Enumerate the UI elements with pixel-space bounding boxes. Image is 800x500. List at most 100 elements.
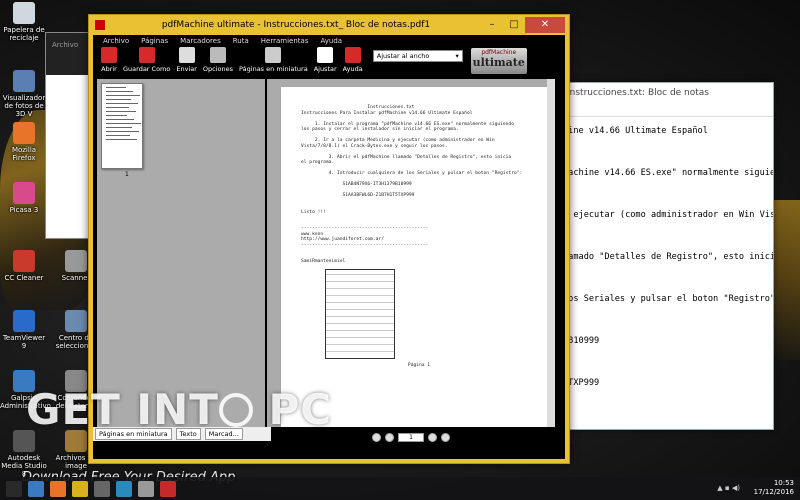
desktop-icon[interactable]: Mozilla Firefox <box>0 122 48 162</box>
thumbnail-line <box>106 103 138 104</box>
menu-item[interactable]: Ruta <box>233 37 249 45</box>
toolbar-icon <box>138 47 155 63</box>
taskbar-app-icon[interactable] <box>50 480 66 497</box>
watermark-text: GET INT PC <box>26 385 333 434</box>
toolbar-icon <box>178 47 195 63</box>
close-button[interactable]: ✕ <box>525 17 565 33</box>
desktop-icon-label: CC Cleaner <box>4 274 44 282</box>
zoom-select[interactable]: Ajustar al ancho ▾ <box>372 50 463 62</box>
app-icon <box>13 250 35 272</box>
thumbnail-line <box>106 127 132 128</box>
taskbar-app-icon[interactable] <box>94 480 110 497</box>
watermark-o-ring <box>218 393 253 427</box>
app-icon <box>13 2 35 24</box>
page-number-input[interactable]: 1 <box>398 432 424 442</box>
toolbar-label: Páginas en miniatura <box>239 65 308 73</box>
taskbar: ▲ ▪ ◀) 10:53 17/12/2016 <box>0 477 800 500</box>
desktop-icon-label: Visualizador de fotos de 3D V <box>2 94 46 118</box>
menu-item[interactable]: Herramientas <box>261 37 309 45</box>
app-icon <box>13 182 35 204</box>
desktop-icon[interactable]: Picasa 3 <box>0 182 48 214</box>
toolbar-button[interactable]: Guardar Como <box>123 47 170 73</box>
toolbar-button[interactable]: Ajustar <box>314 47 337 73</box>
menu-item[interactable]: Marcadores <box>180 37 221 45</box>
window-title: pdfMachine ultimate - Instrucciones.txt_… <box>161 20 431 30</box>
taskbar-app-icon[interactable] <box>160 480 176 497</box>
toolbar-label: Ayuda <box>342 65 363 73</box>
desktop-icon[interactable]: CC Cleaner <box>0 250 48 282</box>
taskbar-app-icon[interactable] <box>6 480 22 497</box>
toolbar-icon <box>317 47 334 63</box>
thumbnail-line <box>106 107 129 108</box>
toolbar-button[interactable]: Páginas en miniatura <box>239 47 308 73</box>
minimize-button[interactable]: – <box>481 18 503 32</box>
toolbar: Abrir Guardar Como Enviar Opciones Páginas e… <box>93 47 565 77</box>
prev-page-button[interactable] <box>385 432 394 442</box>
desktop-icon-label: Papelera de reciclaje <box>3 26 45 42</box>
thumbnails-panel: 1 <box>97 79 265 427</box>
next-page-button[interactable] <box>428 432 437 442</box>
desktop-icon[interactable]: Papelera de reciclaje <box>0 2 48 42</box>
desktop-icon[interactable]: TeamViewer 9 <box>0 310 48 350</box>
vertical-scrollbar[interactable] <box>547 79 555 427</box>
pdf-app-icon <box>95 20 105 30</box>
page-thumbnail[interactable] <box>101 83 143 169</box>
notepad-window[interactable]: Instrucciones.txt: Bloc de notas hine v1… <box>558 82 774 493</box>
thumbnail-line <box>106 87 126 88</box>
maximize-button[interactable]: □ <box>503 18 525 32</box>
toolbar-label: Guardar Como <box>123 65 171 73</box>
title-bar: pdfMachine ultimate - Instrucciones.txt_… <box>89 15 569 35</box>
app-icon <box>13 122 35 144</box>
toolbar-label: Opciones <box>202 65 234 73</box>
thumbnail-line <box>106 95 140 96</box>
last-page-button[interactable] <box>441 432 450 442</box>
toolbar-icon <box>265 47 282 63</box>
toolbar-button[interactable]: Opciones <box>203 47 233 73</box>
thumbnail-line <box>106 119 134 120</box>
notepad-text[interactable]: hine v14.66 Ultimate Español machine v14… <box>559 117 773 499</box>
toolbar-icon <box>209 47 226 63</box>
background-window-title: Archivo <box>46 33 94 75</box>
toolbar-label: Enviar <box>176 65 197 73</box>
system-tray[interactable]: ▲ ▪ ◀) <box>717 484 740 492</box>
toolbar-button[interactable]: Ayuda <box>343 47 363 73</box>
page-footer: Página 1 <box>407 362 431 368</box>
ascii-diagram <box>325 268 395 359</box>
toolbar-button[interactable]: Enviar <box>176 47 197 73</box>
notepad-title: Instrucciones.txt: Bloc de notas <box>559 83 773 105</box>
thumbnail-line <box>106 99 131 100</box>
thumbnail-line <box>106 111 136 112</box>
menu-item[interactable]: Ayuda <box>320 37 342 45</box>
clock[interactable]: 10:53 17/12/2016 <box>754 479 794 497</box>
thumbnail-line <box>106 123 141 124</box>
first-page-button[interactable] <box>372 432 381 442</box>
taskbar-app-icon[interactable] <box>138 480 154 497</box>
menu-item[interactable]: Páginas <box>141 37 168 45</box>
pdfmachine-logo: pdfMachine ultimate <box>470 48 527 74</box>
toolbar-button[interactable]: Abrir <box>101 47 117 73</box>
thumbnail-number: 1 <box>125 171 129 178</box>
document-view[interactable]: Instrucciones.txt Instrucciones Para Ins… <box>267 79 555 427</box>
thumbnail-line <box>106 131 139 132</box>
app-icon <box>13 310 35 332</box>
desktop-icon-label: TeamViewer 9 <box>2 334 46 350</box>
desktop-icon-label: Mozilla Firefox <box>11 146 37 162</box>
thumbnail-line <box>106 115 127 116</box>
thumbnail-line <box>106 91 133 92</box>
app-icon <box>13 70 35 92</box>
toolbar-label: Abrir <box>101 65 117 73</box>
taskbar-app-icon[interactable] <box>28 480 44 497</box>
taskbar-app-icon[interactable] <box>72 480 88 497</box>
app-icon <box>65 250 87 272</box>
toolbar-icon <box>344 47 361 63</box>
chevron-down-icon: ▾ <box>455 52 459 60</box>
pdf-page: Instrucciones.txt Instrucciones Para Ins… <box>281 87 547 427</box>
menu-item[interactable]: Archivo <box>103 37 129 45</box>
desktop-icon-label: Picasa 3 <box>9 206 39 214</box>
taskbar-app-icon[interactable] <box>116 480 132 497</box>
thumbnail-line <box>106 139 137 140</box>
thumbnail-line <box>106 135 130 136</box>
toolbar-icon <box>101 47 117 63</box>
desktop-icon-label: Scanner <box>61 274 91 282</box>
desktop-icon[interactable]: Visualizador de fotos de 3D V <box>0 70 48 118</box>
